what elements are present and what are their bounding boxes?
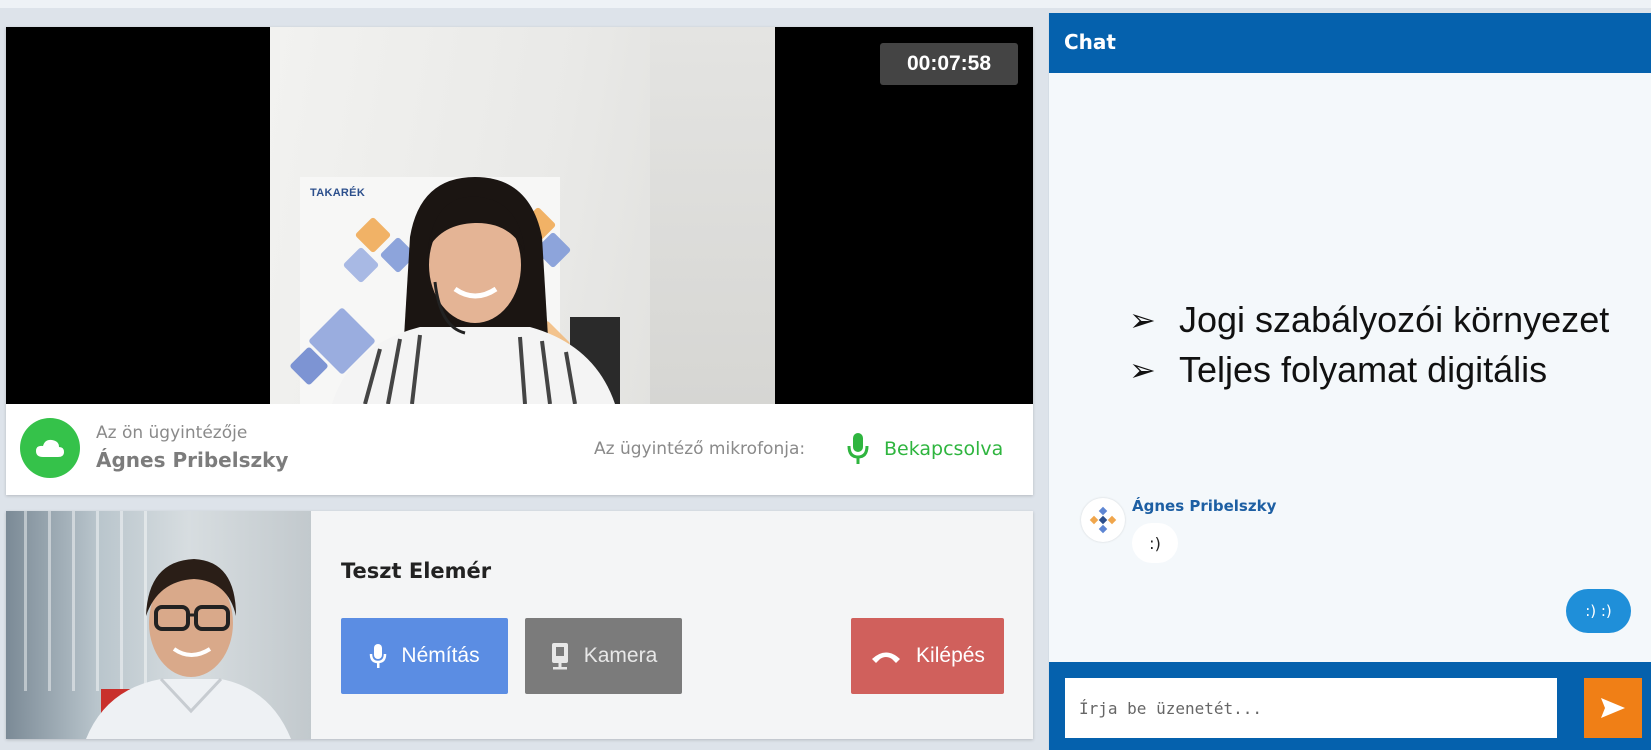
call-timer: 00:07:58 <box>880 43 1018 85</box>
microphone-icon <box>847 433 869 464</box>
agent-person <box>332 177 620 404</box>
camera-button[interactable]: Kamera <box>525 618 682 694</box>
top-strip <box>0 0 1651 8</box>
agent-subtitle: Az ön ügyintézője <box>96 423 248 443</box>
webcam-icon <box>551 643 568 670</box>
arrowhead-bullet-icon: ➢ <box>1129 301 1156 339</box>
self-video <box>6 511 311 739</box>
chat-title: Chat <box>1049 13 1651 73</box>
mute-button-label: Némítás <box>401 644 480 667</box>
mute-button[interactable]: Némítás <box>341 618 508 694</box>
hang-up-phone-icon <box>872 652 901 663</box>
microphone-icon <box>370 644 387 668</box>
send-button[interactable] <box>1584 678 1642 738</box>
overlay-bullets: ➢ Jogi szabályozói környezet ➢ Teljes fo… <box>1129 295 1609 395</box>
arrowhead-bullet-icon: ➢ <box>1129 351 1156 389</box>
exit-button-label: Kilépés <box>916 644 985 667</box>
bullet-item: ➢ Teljes folyamat digitális <box>1129 349 1548 390</box>
incoming-message: :) <box>1132 523 1178 563</box>
cloud-icon <box>20 418 80 478</box>
agent-video: TAKARÉK 00:07:58 <box>6 27 1033 404</box>
self-person <box>86 559 291 739</box>
camera-button-label: Kamera <box>583 644 658 667</box>
chat-composer <box>1049 662 1651 750</box>
outgoing-message: :) :) <box>1566 589 1631 633</box>
agent-name: Ágnes Pribelszky <box>96 448 289 472</box>
chat-panel: Chat ➢ Jogi szabályozói környezet ➢ Telj… <box>1048 13 1651 750</box>
agent-video-card: TAKARÉK 00:07:58 Az ön ügyintézője Ágnes… <box>6 27 1033 495</box>
send-arrow-icon <box>1601 698 1625 718</box>
takarek-logo-icon <box>1081 498 1125 542</box>
user-name: Teszt Elemér <box>341 559 492 583</box>
message-input[interactable] <box>1065 678 1557 738</box>
message-sender: Ágnes Pribelszky <box>1132 497 1277 515</box>
agent-video-feed: TAKARÉK <box>270 27 775 404</box>
mic-label: Az ügyintéző mikrofonja: <box>594 439 806 459</box>
exit-button[interactable]: Kilépés <box>851 618 1004 694</box>
self-panel: Teszt Elemér Némítás Kamera Kilépés <box>6 511 1033 739</box>
mic-status: Bekapcsolva <box>884 438 1004 460</box>
bullet-item: ➢ Jogi szabályozói környezet <box>1129 299 1610 340</box>
agent-info-bar: Az ön ügyintézője Ágnes Pribelszky Az üg… <box>6 404 1033 495</box>
